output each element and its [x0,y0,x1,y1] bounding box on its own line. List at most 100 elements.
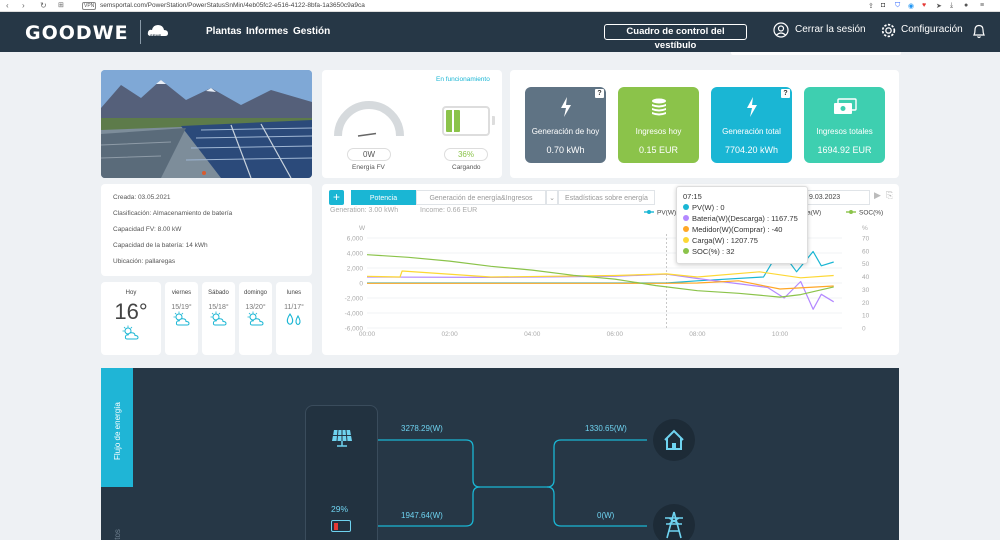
sun-cloud-icon [247,311,264,326]
y-tick-left: -2,000 [345,296,364,303]
energy-flow-panel: Flujo de energía Eventos 29% 3278.29(W) … [101,368,899,540]
y-axis-label-right: % [862,225,868,232]
flow-lines [378,439,647,527]
y-tick-right: 30 [862,287,870,294]
created-label: Creada: [113,194,137,201]
apps-grid-icon[interactable]: ⊞ [58,1,64,9]
sems-cloud-icon [147,25,168,36]
y-tick-right: 50 [862,261,870,268]
help-icon[interactable]: ? [595,89,604,98]
reload-icon[interactable]: ↻ [40,1,47,10]
grid-node [653,504,695,540]
legend-label: PV(W) [657,210,676,217]
classification-value: Almacenamiento de batería [152,210,233,217]
y-tick-right: 10 [862,313,870,320]
weather-day: viernes 15/19° [165,282,198,355]
heart-icon[interactable]: ♥ [922,2,926,9]
weather-day: lunes 11/17° [276,282,312,355]
series-color-dot [683,248,689,254]
tooltip-row: PV(W) : 0 [683,202,801,213]
logout-link[interactable]: Cerrar la sesión [795,24,866,35]
tooltip-row-text: Carga(W) : 1207.75 [692,236,758,245]
tooltip-row-text: PV(W) : 0 [692,203,725,212]
lobby-dashboard-button[interactable]: Cuadro de control del vestíbulo [604,24,747,51]
share-icon[interactable]: ⇪ [868,2,874,10]
x-tick: 06:00 [607,331,624,338]
profile-icon[interactable]: ● [964,2,968,9]
menu-icon[interactable]: ≡ [980,2,984,9]
settings-link[interactable]: Configuración [901,24,963,35]
rain-drops-icon [286,313,301,326]
weather-day-temp: 13/20° [245,304,266,311]
running-status: En funcionamiento [436,76,490,83]
nav-informes[interactable]: Informes [246,26,288,37]
bell-icon[interactable] [972,23,986,39]
pv-power-value: 0W [347,148,391,161]
chart-card: + Potencia Generación de energía&Ingreso… [322,184,899,355]
gear-icon[interactable] [880,22,897,39]
kpi-label: Generación total [722,127,781,136]
nav-gestion[interactable]: Gestión [293,26,330,37]
classification-label: Clasificación: [113,210,152,217]
weather-today: Hoy 16° [101,282,161,355]
nav-plantas[interactable]: Plantas [206,26,242,37]
series-color-dot [683,215,689,221]
y-tick-right: 20 [862,300,870,307]
search-box-partial[interactable] [731,52,901,55]
camera-icon[interactable]: ◘ [881,2,885,9]
sun-cloud-icon [122,325,139,340]
battery-capacity-value: 14 kWh [185,242,208,249]
x-tick: 04:00 [524,331,541,338]
tooltip-row-text: Bateria(W)(Descarga) : 1167.75 [692,214,798,223]
battery-percent: 36% [444,148,488,161]
power-chart[interactable]: 6,0004,0002,0000-2,000-4,000-6,000706050… [322,184,899,355]
y-tick-left: 4,000 [347,251,364,258]
kpi-tile-total-generation: Generación total 7704.20 kWh ? [711,87,792,163]
today-temp: 16° [114,299,148,324]
browser-bar: ‹ › ↻ ⊞ VPN semsportal.com/PowerStation/… [0,0,1000,12]
extension-icon[interactable]: ◉ [908,2,914,10]
kpi-value: 0.15 EUR [638,145,679,155]
pv-gauge [334,101,404,137]
created-value: 03.05.2021 [137,194,171,201]
weather-day: domingo 13/20° [239,282,272,355]
shield-icon[interactable]: ⛉ [895,2,900,10]
vpn-badge[interactable]: VPN [82,2,97,10]
pv-capacity-label: Capacidad FV: [113,226,156,233]
series-color-dot [683,226,689,232]
battery-soc-percent: 29% [331,504,349,514]
weather-day-name: domingo [243,290,267,296]
series-color-dot [683,237,689,243]
y-tick-left: 2,000 [347,266,364,273]
send-icon[interactable]: ➤ [936,2,942,10]
download-icon[interactable]: ⤓ [950,2,953,10]
weather-panel: Hoy 16° viernes 15/19° Sábado 15/18° dom… [101,282,312,355]
battery-fill [446,110,461,132]
logo[interactable]: GOODWE [25,22,129,44]
series-line-bateriawdescarga [366,273,835,310]
kpi-value: 1694.92 EUR [817,145,872,155]
kpi-tile-total-income: Ingresos totales 1694.92 EUR [804,87,885,163]
series-line-medidorwcomprar [367,280,834,290]
address-bar[interactable]: semsportal.com/PowerStation/PowerStatusS… [100,2,365,9]
money-icon [833,98,857,114]
y-tick-right: 0 [862,326,866,333]
y-tick-right: 40 [862,274,870,281]
bolt-icon [560,97,571,117]
kpi-tile-today-generation: Generación de hoy 0.70 kWh ? [525,87,606,163]
forward-icon[interactable]: › [22,1,25,10]
logo-divider [140,20,141,44]
legend-label: SOC(%) [859,210,883,217]
location-value: pallaregas [145,258,176,265]
solar-panel-icon [332,429,352,447]
back-icon[interactable]: ‹ [6,1,9,10]
user-icon[interactable] [773,22,789,38]
y-tick-left: -4,000 [345,311,364,318]
pv-energy-label: Energía FV [352,164,385,171]
y-tick-right: 70 [862,236,870,243]
help-icon[interactable]: ? [781,89,790,98]
home-icon [664,429,684,450]
plant-info-card: Creada: 03.05.2021 Clasificación: Almace… [101,184,312,276]
battery-icon [331,520,351,532]
logo-sub: SEMS [150,33,162,38]
